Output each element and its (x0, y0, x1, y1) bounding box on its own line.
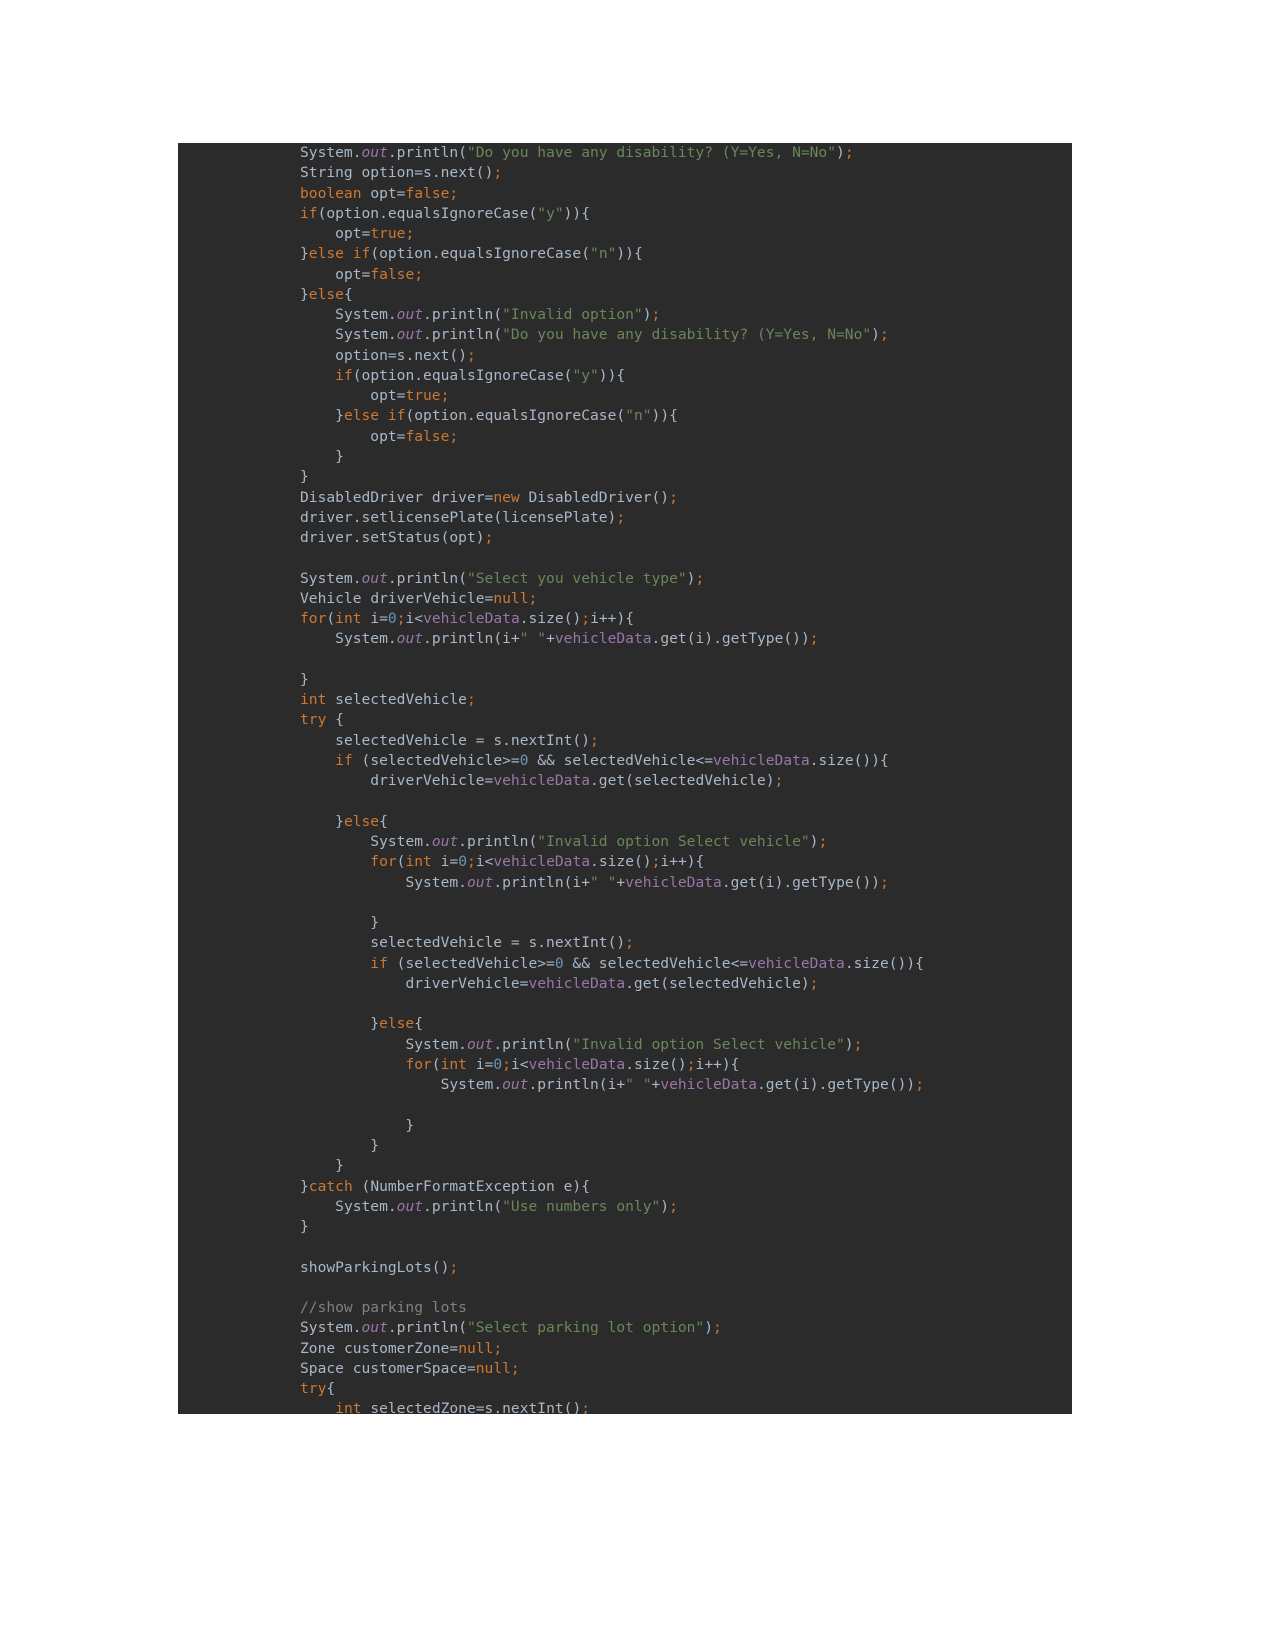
code-line: } (300, 447, 344, 465)
code-line: System.out.println("Invalid option"); (335, 306, 661, 324)
code-line: if (selectedVehicle>=0 && selectedVehicl… (335, 751, 889, 769)
code-line: opt=false; (370, 427, 459, 445)
code-line: option=s.next(); (335, 346, 476, 364)
code-line: driver.setStatus(opt); (300, 529, 494, 547)
code-line: driverVehicle=vehicleData.get(selectedVe… (370, 772, 784, 790)
code-line: String option=s.next(); (300, 164, 503, 182)
code-line: System.out.println("Use numbers only"); (335, 1197, 678, 1215)
code-line: System.out.println(i+" "+vehicleData.get… (440, 1076, 924, 1094)
code-line: } (300, 1116, 415, 1134)
code-line: } (300, 1218, 309, 1236)
code-line: System.out.println("Invalid option Selec… (370, 833, 828, 851)
code-line: opt=true; (370, 387, 450, 405)
code-line: System.out.println("Invalid option Selec… (405, 1035, 863, 1053)
code-line: }else if(option.equalsIgnoreCase("n")){ (300, 407, 678, 425)
code-line: driver.setlicensePlate(licensePlate); (300, 508, 626, 526)
code-line: opt=true; (335, 225, 415, 243)
code-line: int selectedZone=s.nextInt(); (335, 1400, 591, 1414)
code-line: }else{ (300, 285, 353, 303)
code-line: } (300, 670, 309, 688)
code-line: System.out.println("Do you have any disa… (335, 326, 889, 344)
code-line: try{ (300, 1380, 336, 1398)
code-line: Zone customerZone=null; (300, 1339, 503, 1357)
code-line: }catch (NumberFormatException e){ (300, 1177, 590, 1195)
code-line: showParkingLots(); (300, 1258, 459, 1276)
code-line: System.out.println("Select parking lot o… (300, 1319, 722, 1337)
code-line: System.out.println("Do you have any disa… (300, 144, 854, 161)
code-line: driverVehicle=vehicleData.get(selectedVe… (405, 974, 819, 992)
code-line: for(int i=0;i<vehicleData.size();i++){ (405, 1055, 740, 1073)
code-listing: System.out.println("Do you have any disa… (178, 143, 924, 1414)
code-line: if(option.equalsIgnoreCase("y")){ (300, 204, 590, 222)
code-line: try { (300, 711, 344, 729)
code-line: for(int i=0;i<vehicleData.size();i++){ (300, 610, 635, 628)
code-line: }else{ (300, 1015, 424, 1033)
code-line: opt=false; (335, 265, 424, 283)
code-line: System.out.println("Select you vehicle t… (300, 569, 705, 587)
code-line: selectedVehicle = s.nextInt(); (335, 731, 599, 749)
code-line: } (300, 1137, 380, 1155)
code-line: boolean opt=false; (300, 184, 459, 202)
code-line: for(int i=0;i<vehicleData.size();i++){ (370, 853, 705, 871)
code-line: Space customerSpace=null; (300, 1359, 520, 1377)
code-line: System.out.println(i+" "+vehicleData.get… (405, 873, 889, 891)
code-line: }else{ (300, 812, 388, 830)
code-line: } (300, 468, 309, 486)
code-line: } (300, 914, 380, 932)
code-line: if(option.equalsIgnoreCase("y")){ (335, 366, 626, 384)
code-line: }else if(option.equalsIgnoreCase("n")){ (300, 245, 643, 263)
code-line: Vehicle driverVehicle=null; (300, 589, 538, 607)
code-line: DisabledDriver driver=new DisabledDriver… (300, 488, 678, 506)
code-line: System.out.println(i+" "+vehicleData.get… (335, 630, 819, 648)
code-panel: System.out.println("Do you have any disa… (178, 143, 1072, 1414)
code-line: if (selectedVehicle>=0 && selectedVehicl… (370, 954, 924, 972)
code-line: } (300, 1157, 344, 1175)
code-line: selectedVehicle = s.nextInt(); (370, 934, 634, 952)
code-line: //show parking lots (300, 1299, 467, 1317)
document-page: System.out.println("Do you have any disa… (0, 0, 1275, 1650)
code-line: int selectedVehicle; (300, 691, 476, 709)
